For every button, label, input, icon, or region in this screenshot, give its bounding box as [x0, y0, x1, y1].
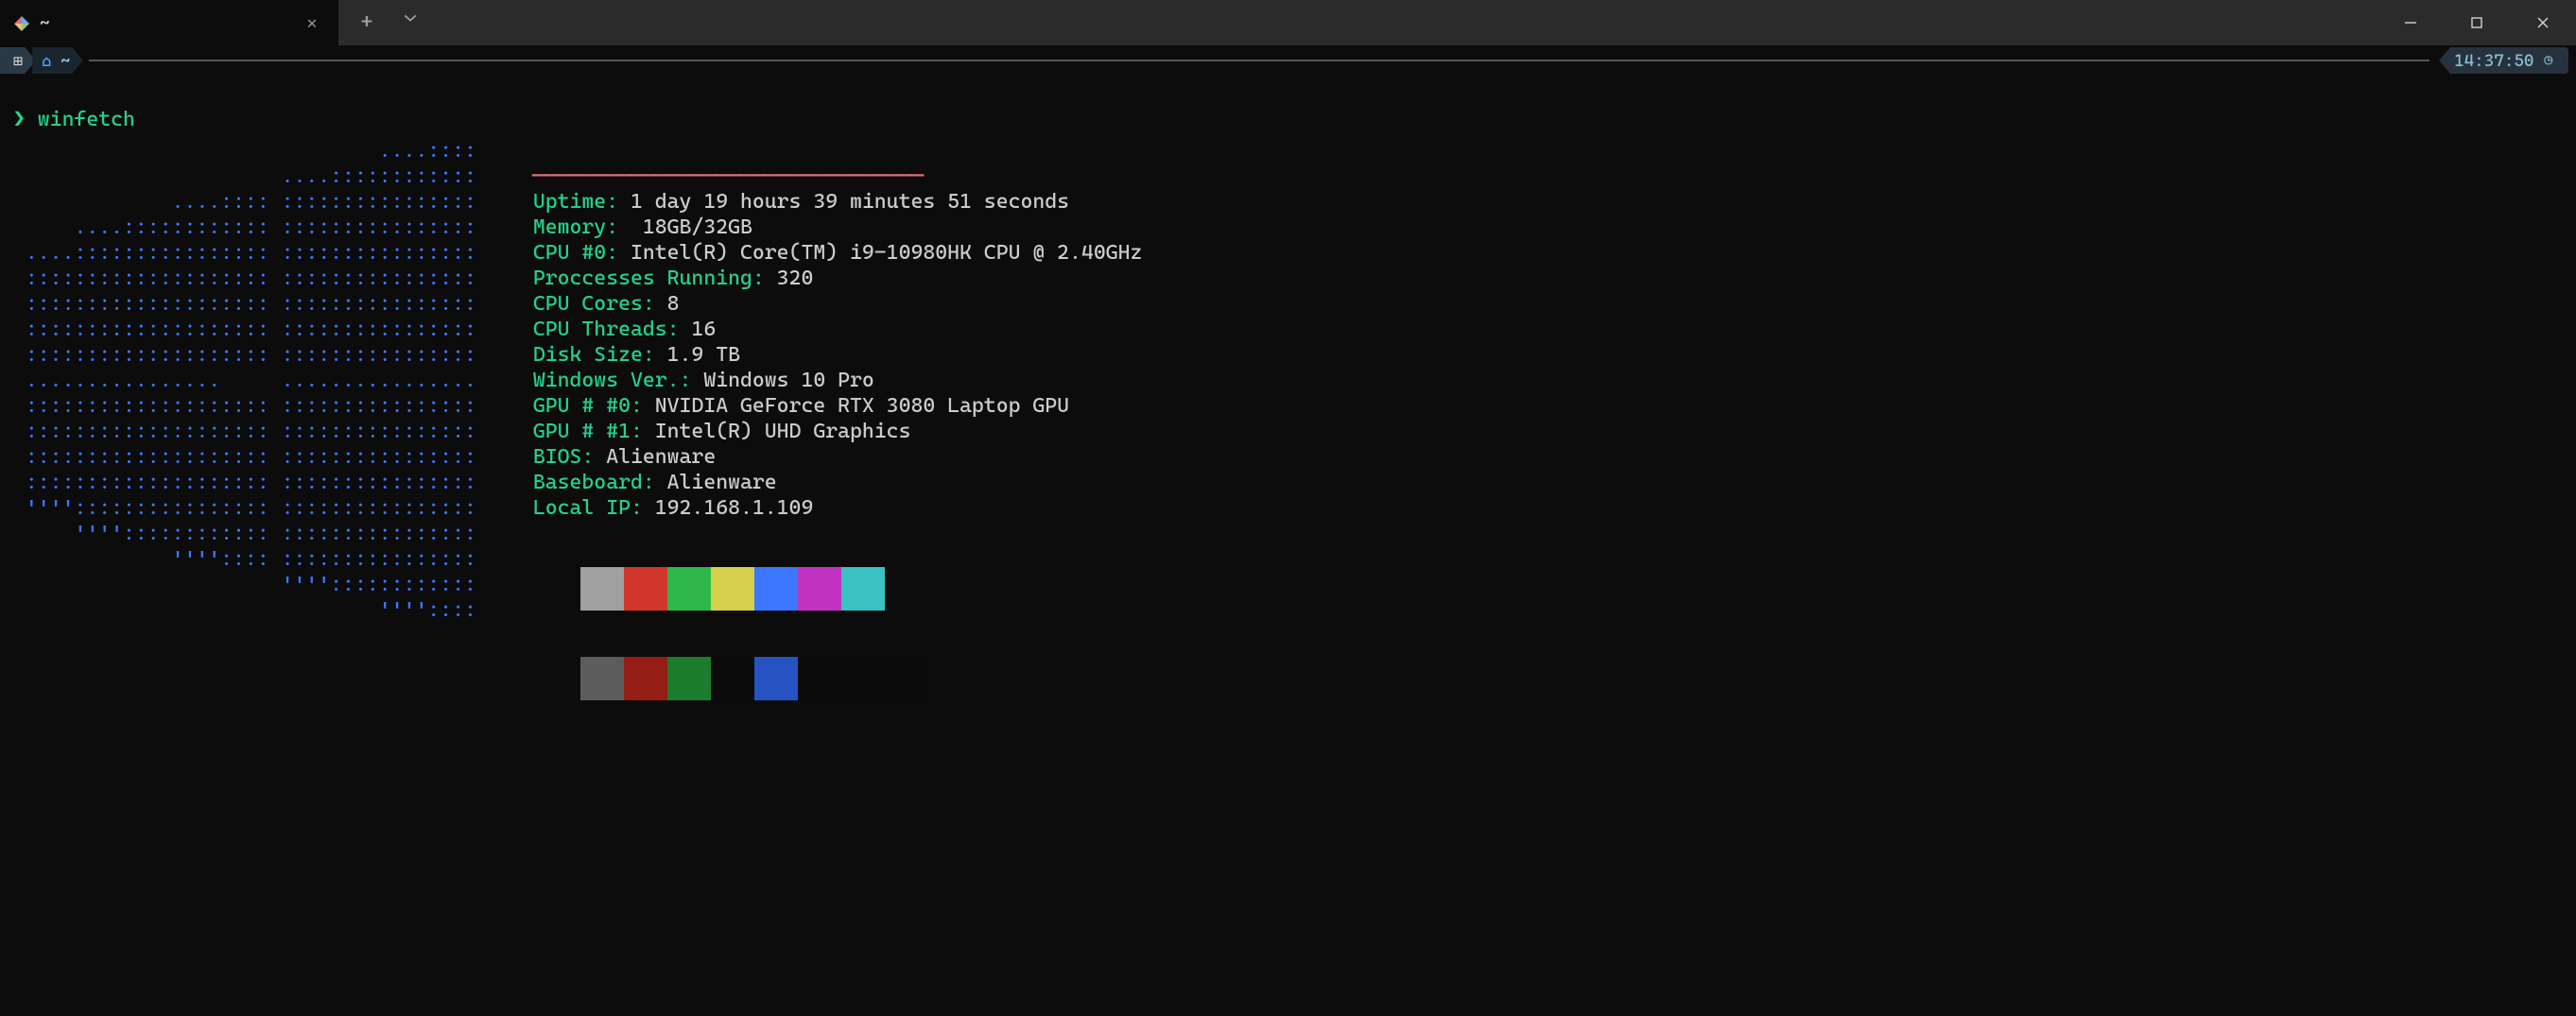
- info-label: GPU # #0:: [533, 394, 643, 418]
- info-line: Baseboard: Alienware: [533, 470, 1143, 495]
- color-swatch: [841, 567, 885, 611]
- color-swatch: [885, 567, 928, 611]
- color-swatches-row2: [580, 657, 1143, 700]
- clock-icon: ◷: [2543, 51, 2553, 71]
- maximize-button[interactable]: [2444, 0, 2510, 45]
- info-line: Memory: 18GB/32GB: [533, 215, 1143, 240]
- color-swatch: [711, 567, 754, 611]
- info-label: CPU Cores:: [533, 292, 655, 316]
- info-value: NVIDIA GeForce RTX 3080 Laptop GPU: [643, 394, 1069, 418]
- info-line: Windows Ver.: Windows 10 Pro: [533, 368, 1143, 393]
- info-line: CPU Threads: 16: [533, 317, 1143, 342]
- info-separator: ────────────────────────────────: [533, 164, 924, 188]
- prompt-command: winfetch: [38, 108, 135, 131]
- info-label: Baseboard:: [533, 471, 655, 494]
- info-line: GPU # #0: NVIDIA GeForce RTX 3080 Laptop…: [533, 393, 1143, 419]
- info-line: Uptime: 1 day 19 hours 39 minutes 51 sec…: [533, 189, 1143, 215]
- info-label: Local IP:: [533, 496, 643, 520]
- close-tab-button[interactable]: ✕: [299, 13, 325, 33]
- color-swatch: [841, 657, 885, 700]
- color-swatches-row1: [580, 567, 1143, 611]
- color-swatch: [754, 567, 798, 611]
- terminal-tab[interactable]: ~ ✕: [0, 0, 338, 45]
- color-swatch: [754, 657, 798, 700]
- tab-title: ~: [40, 13, 289, 33]
- breadcrumb: ⊞ ⌂ ~: [0, 47, 79, 74]
- info-line: Proccesses Running: 320: [533, 266, 1143, 291]
- info-lines: Uptime: 1 day 19 hours 39 minutes 51 sec…: [533, 189, 1143, 521]
- color-swatch: [667, 567, 711, 611]
- prompt: ❯ winfetch: [13, 108, 135, 131]
- info-value: 1 day 19 hours 39 minutes 51 seconds: [618, 190, 1069, 214]
- strip-divider: [89, 60, 2429, 61]
- color-swatch: [580, 567, 624, 611]
- status-strip: ⊞ ⌂ ~ 14:37:50 ◷: [0, 45, 2576, 76]
- info-label: BIOS:: [533, 445, 594, 469]
- info-label: Memory:: [533, 215, 618, 239]
- info-value: Alienware: [594, 445, 716, 469]
- color-swatch: [580, 657, 624, 700]
- info-label: Proccesses Running:: [533, 267, 765, 290]
- info-value: 1.9 TB: [655, 343, 740, 367]
- info-line: Disk Size: 1.9 TB: [533, 342, 1143, 368]
- color-swatch: [667, 657, 711, 700]
- tab-icon: [13, 15, 30, 32]
- windows-icon: ⊞: [13, 51, 23, 71]
- info-value: Intel(R) UHD Graphics: [643, 420, 911, 443]
- info-label: CPU #0:: [533, 241, 618, 265]
- minimize-button[interactable]: [2377, 0, 2444, 45]
- info-value: 16: [680, 318, 717, 341]
- home-icon: ⌂: [42, 51, 51, 70]
- info-label: GPU # #1:: [533, 420, 643, 443]
- info-value: 18GB/32GB: [618, 215, 752, 239]
- breadcrumb-os-icon[interactable]: ⊞: [0, 47, 36, 74]
- info-line: CPU #0: Intel(R) Core(TM) i9-10980HK CPU…: [533, 240, 1143, 266]
- info-label: CPU Threads:: [533, 318, 680, 341]
- clock: 14:37:50 ◷: [2439, 47, 2568, 74]
- color-swatch: [711, 657, 754, 700]
- info-label: Windows Ver.:: [533, 369, 692, 392]
- info-label: Uptime:: [533, 190, 618, 214]
- info-value: 8: [655, 292, 680, 316]
- color-swatch: [624, 657, 667, 700]
- new-tab-button[interactable]: +: [354, 12, 380, 33]
- tab-controls: + ⌄: [338, 0, 439, 45]
- color-swatch: [624, 567, 667, 611]
- info-line: CPU Cores: 8: [533, 291, 1143, 317]
- tab-dropdown-button[interactable]: ⌄: [397, 12, 424, 33]
- terminal-output[interactable]: ❯ winfetch ....:::: ....:::::::::::: ...…: [0, 76, 2576, 796]
- info-value: Windows 10 Pro: [691, 369, 873, 392]
- color-swatch: [798, 567, 841, 611]
- color-swatch: [798, 657, 841, 700]
- info-value: Alienware: [655, 471, 777, 494]
- info-label: Disk Size:: [533, 343, 655, 367]
- info-line: BIOS: Alienware: [533, 444, 1143, 470]
- breadcrumb-home[interactable]: ⌂ ~: [32, 47, 83, 74]
- close-window-button[interactable]: [2510, 0, 2576, 45]
- system-info: ──────────────────────────────── Uptime:…: [533, 138, 1143, 726]
- info-line: Local IP: 192.168.1.109: [533, 495, 1143, 521]
- breadcrumb-path: ~: [61, 51, 70, 70]
- info-value: 320: [765, 267, 814, 290]
- titlebar: ~ ✕ + ⌄: [0, 0, 2576, 45]
- info-value: Intel(R) Core(TM) i9-10980HK CPU @ 2.40G…: [618, 241, 1142, 265]
- info-value: 192.168.1.109: [643, 496, 813, 520]
- ascii-logo: ....:::: ....:::::::::::: ....:::: :::::…: [13, 138, 476, 623]
- window-controls: [2377, 0, 2576, 45]
- clock-time: 14:37:50: [2454, 51, 2533, 71]
- info-line: GPU # #1: Intel(R) UHD Graphics: [533, 419, 1143, 444]
- color-swatch: [885, 657, 928, 700]
